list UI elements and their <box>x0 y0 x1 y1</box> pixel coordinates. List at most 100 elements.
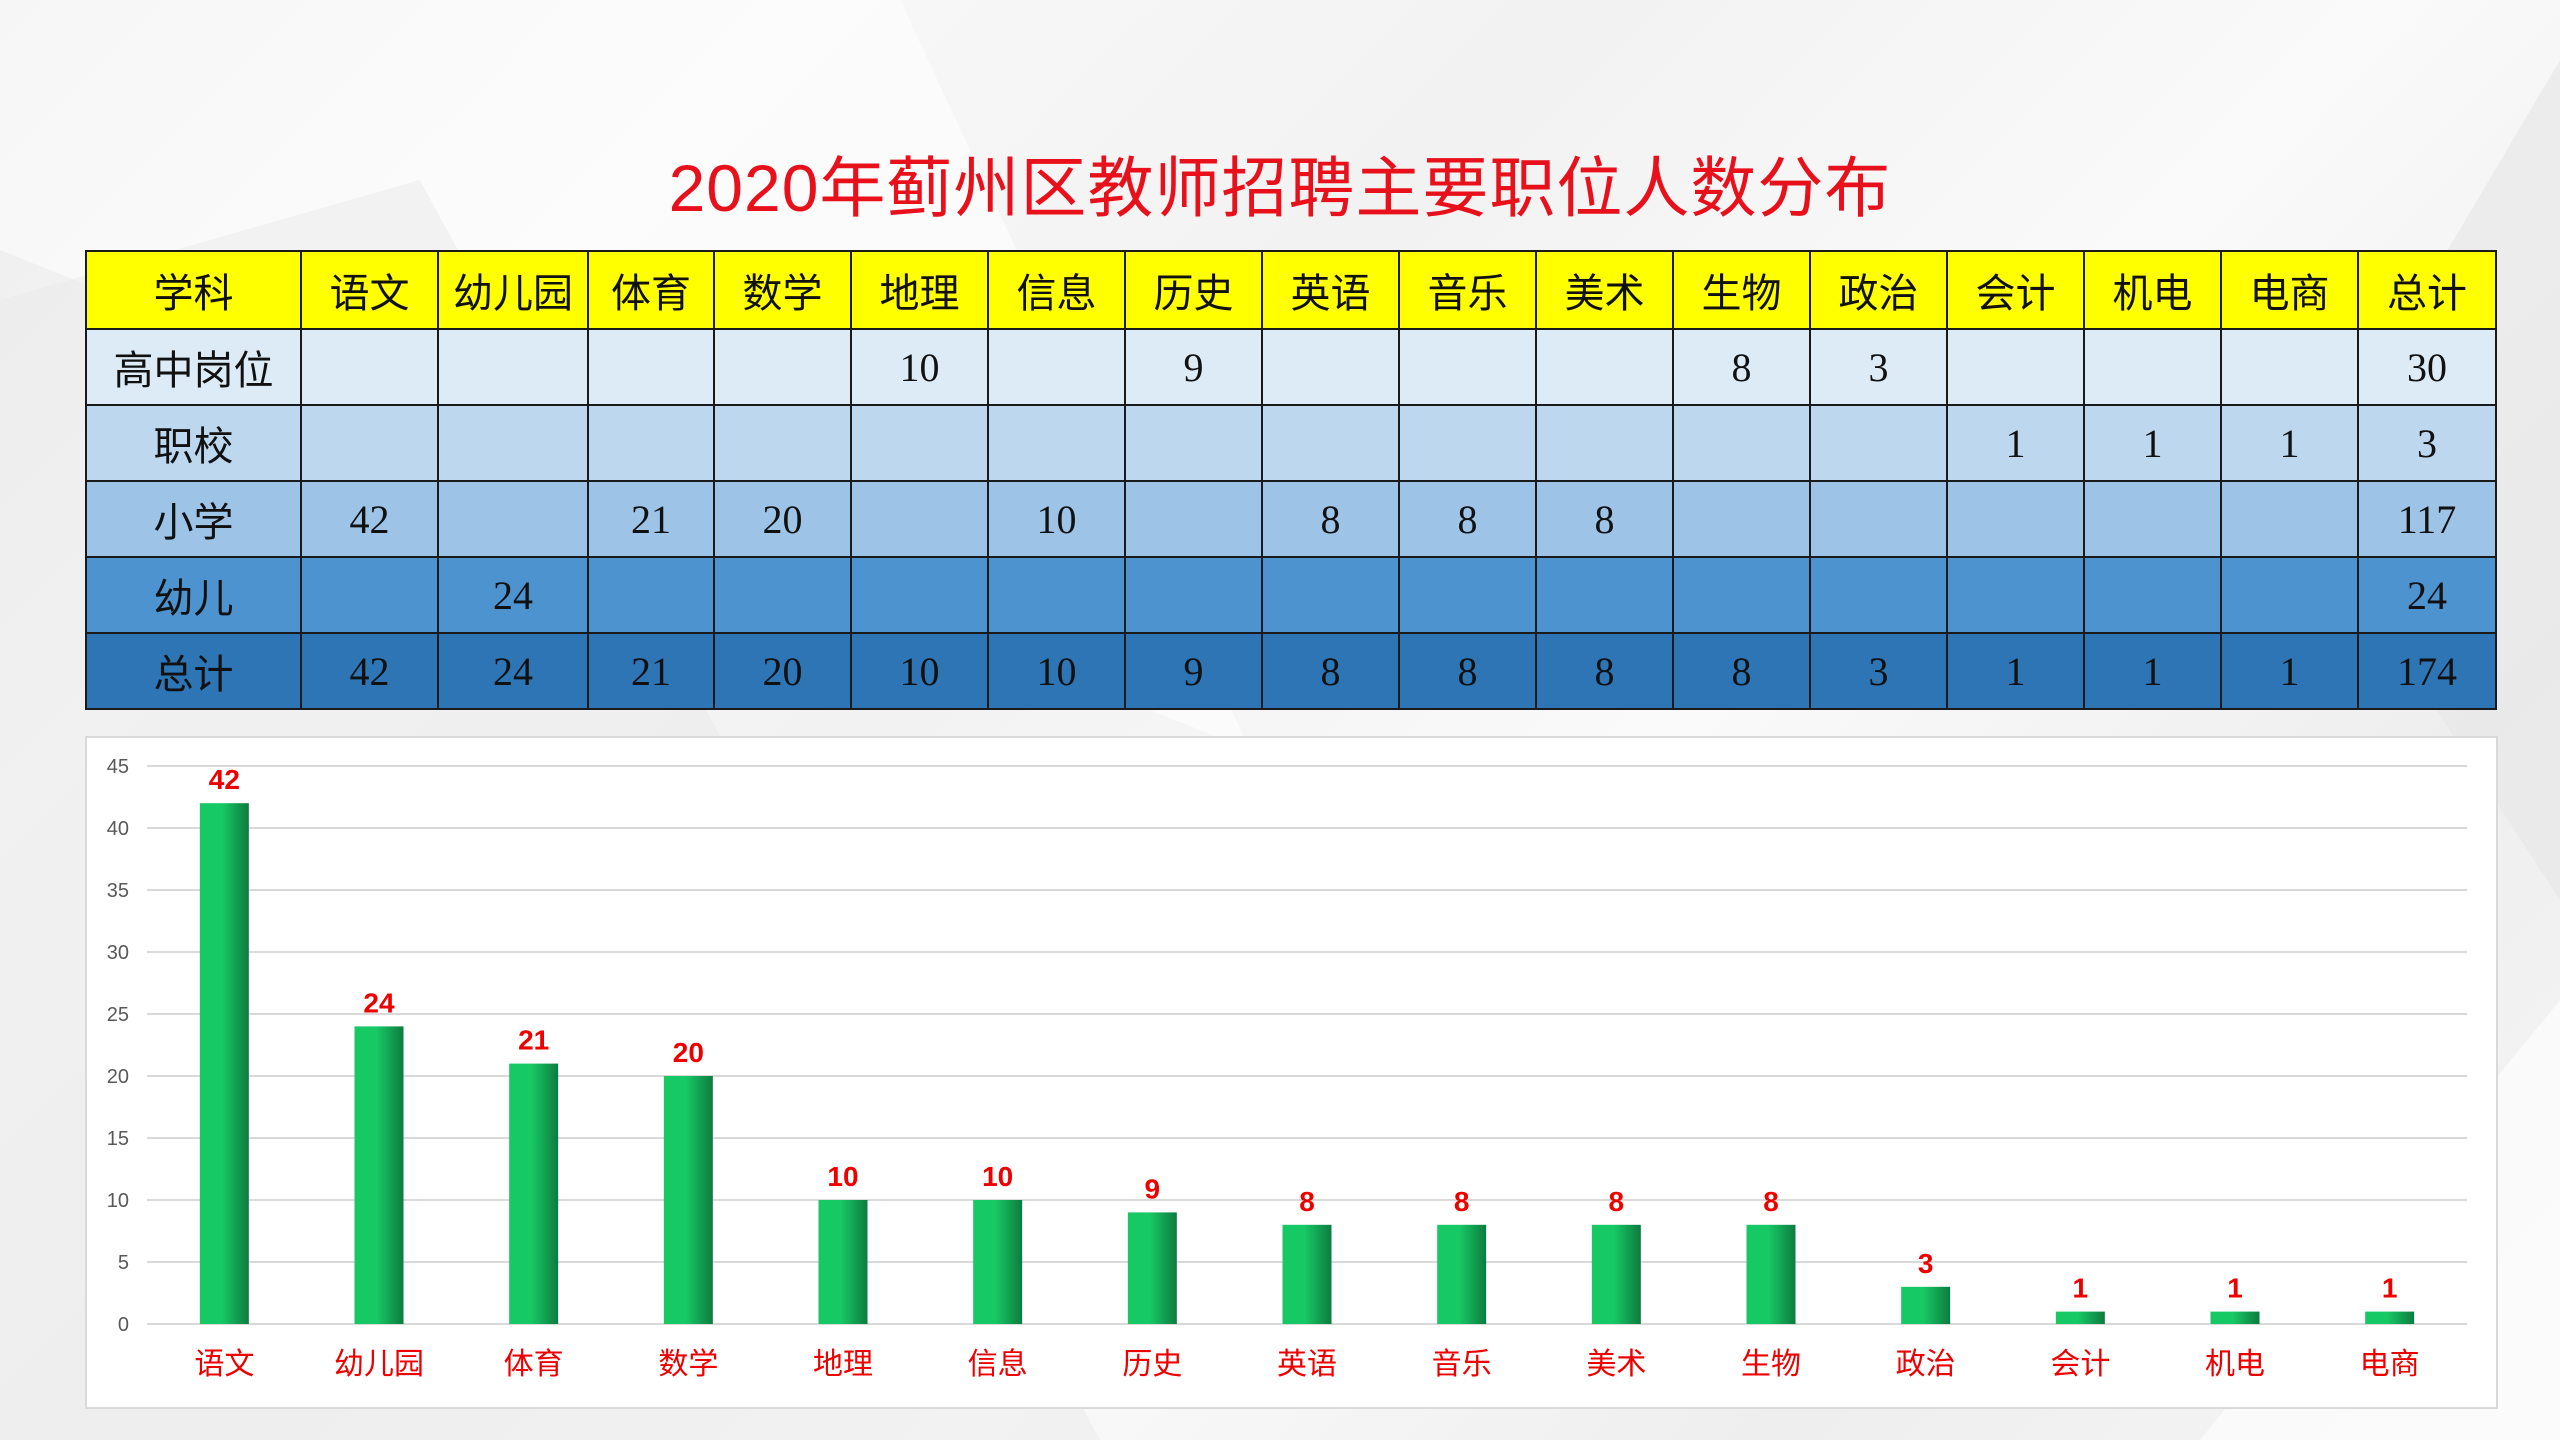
page-title: 2020年蓟州区教师招聘主要职位人数分布 <box>668 151 1892 225</box>
header-cell: 数学 <box>713 250 852 330</box>
table-row: 总计 42 24 21 20 10 10 9 8 8 8 8 3 1 1 1 174 <box>85 632 2497 710</box>
x-tick-label: 幼儿园 <box>334 1348 424 1381</box>
table-cell: 8 <box>1398 480 1537 558</box>
x-tick-label: 生物 <box>1741 1348 1801 1381</box>
table-cell: 1 <box>1946 404 2085 482</box>
table-cell: 24 <box>437 556 589 634</box>
table-cell: 3 <box>1809 632 1948 710</box>
table-cell <box>1124 556 1263 634</box>
row-label-cell: 小学 <box>85 480 302 558</box>
table-cell <box>437 404 589 482</box>
y-tick-label: 10 <box>107 1190 129 1212</box>
table-cell: 20 <box>713 632 852 710</box>
table-cell <box>1809 480 1948 558</box>
table-cell <box>987 328 1126 406</box>
table-cell <box>300 556 439 634</box>
header-cell: 历史 <box>1124 250 1263 330</box>
table-cell: 21 <box>587 632 715 710</box>
table-cell <box>1672 556 1811 634</box>
bar <box>1127 1212 1177 1324</box>
table-cell <box>1535 556 1674 634</box>
bar <box>1746 1224 1796 1324</box>
table-header-row: 学科 语文 幼儿园 体育 数学 地理 信息 历史 英语 音乐 美术 生物 政治 会计 机电 电商 总计 <box>85 250 2497 330</box>
table-cell <box>1261 404 1400 482</box>
header-cell: 英语 <box>1261 250 1400 330</box>
header-cell: 总计 <box>2357 250 2497 330</box>
table-cell <box>587 556 715 634</box>
table-cell: 8 <box>1535 632 1674 710</box>
table-cell: 3 <box>1809 328 1948 406</box>
x-tick-label: 会计 <box>2050 1348 2110 1381</box>
table-cell <box>2083 480 2222 558</box>
bar <box>1282 1224 1332 1324</box>
data-label: 10 <box>827 1161 858 1192</box>
header-cell: 会计 <box>1946 250 2085 330</box>
data-label: 8 <box>1609 1186 1625 1217</box>
table-cell <box>1261 556 1400 634</box>
table-cell: 8 <box>1261 480 1400 558</box>
header-cell-subject: 学科 <box>85 250 302 330</box>
data-label: 24 <box>363 987 395 1018</box>
table-cell <box>987 556 1126 634</box>
table-cell: 1 <box>1946 632 2085 710</box>
bar <box>1437 1224 1487 1324</box>
header-cell: 美术 <box>1535 250 1674 330</box>
row-label-cell: 职校 <box>85 404 302 482</box>
bar-chart-panel: 0 5 10 15 20 25 30 35 40 45 42 语文 24 幼儿园 21 体育 20 数学 10 地理 1… <box>85 736 2498 1409</box>
data-label: 9 <box>1145 1173 1161 1204</box>
y-tick-label: 20 <box>107 1066 129 1088</box>
table-cell <box>1946 556 2085 634</box>
table-cell <box>1946 328 2085 406</box>
table-cell <box>850 480 989 558</box>
table-row: 小学 42 21 20 10 8 8 8 117 <box>85 480 2497 558</box>
x-tick-label: 音乐 <box>1432 1348 1492 1381</box>
table-cell <box>2083 556 2222 634</box>
table-cell <box>713 328 852 406</box>
data-label: 8 <box>1299 1186 1315 1217</box>
y-tick-label: 5 <box>118 1252 129 1274</box>
data-label: 42 <box>209 764 240 795</box>
bar <box>1591 1224 1641 1324</box>
table-cell <box>1398 556 1537 634</box>
table-cell: 10 <box>850 632 989 710</box>
data-label: 8 <box>1454 1186 1470 1217</box>
table-cell <box>850 404 989 482</box>
row-label-cell: 幼儿 <box>85 556 302 634</box>
table-cell <box>2220 328 2359 406</box>
table-cell: 117 <box>2357 480 2497 558</box>
table-cell <box>1261 328 1400 406</box>
data-label: 3 <box>1918 1248 1934 1279</box>
table-cell: 8 <box>1672 632 1811 710</box>
x-tick-label: 信息 <box>968 1348 1028 1381</box>
table-cell: 10 <box>987 632 1126 710</box>
row-label-cell: 高中岗位 <box>85 328 302 406</box>
bar <box>2055 1311 2105 1324</box>
table-cell: 8 <box>1672 328 1811 406</box>
table-cell <box>300 404 439 482</box>
header-cell: 机电 <box>2083 250 2222 330</box>
table-cell: 20 <box>713 480 852 558</box>
table-row: 幼儿 24 24 <box>85 556 2497 634</box>
header-cell: 信息 <box>987 250 1126 330</box>
table-cell <box>1946 480 2085 558</box>
data-label: 1 <box>2227 1273 2243 1304</box>
bar <box>354 1026 404 1324</box>
x-tick-label: 机电 <box>2205 1348 2265 1381</box>
table-cell <box>713 556 852 634</box>
y-tick-label: 40 <box>107 818 129 840</box>
y-tick-label: 45 <box>107 756 129 778</box>
table-cell <box>987 404 1126 482</box>
table-row: 职校 1 1 1 3 <box>85 404 2497 482</box>
table-cell: 9 <box>1124 328 1263 406</box>
data-label: 10 <box>982 1161 1013 1192</box>
table-cell: 1 <box>2220 404 2359 482</box>
data-label: 21 <box>518 1025 549 1056</box>
table-cell: 8 <box>1535 480 1674 558</box>
y-tick-label: 25 <box>107 1004 129 1026</box>
y-tick-label: 35 <box>107 880 129 902</box>
header-cell: 政治 <box>1809 250 1948 330</box>
x-tick-label: 电商 <box>2360 1348 2420 1381</box>
table-cell <box>850 556 989 634</box>
table-cell <box>2220 480 2359 558</box>
table-cell <box>1809 404 1948 482</box>
